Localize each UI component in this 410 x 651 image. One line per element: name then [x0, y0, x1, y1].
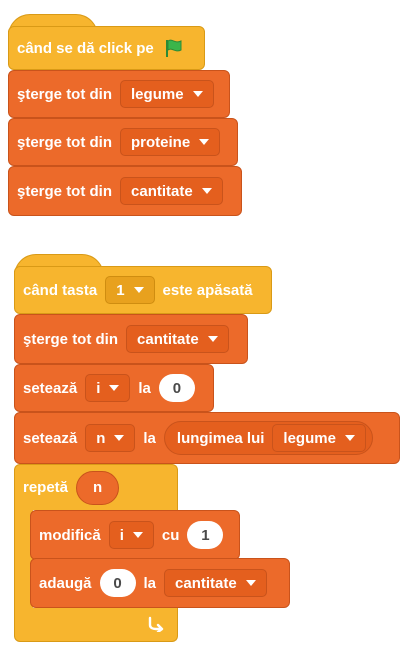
- variable-dropdown-n[interactable]: n: [85, 424, 136, 452]
- length-of-label: lungimea lui: [176, 429, 265, 447]
- list-dropdown-cantitate[interactable]: cantitate: [126, 325, 229, 353]
- chevron-down-icon: [245, 580, 256, 586]
- delete-all-cantitate-block-2[interactable]: şterge tot din cantitate: [14, 314, 248, 364]
- delete-all-label: şterge tot din: [23, 330, 119, 348]
- green-flag-icon: [164, 38, 184, 58]
- list-dropdown-value: cantitate: [137, 330, 199, 348]
- add-to-list-block[interactable]: adaugă 0 la cantitate: [30, 558, 290, 608]
- list-dropdown-cantitate[interactable]: cantitate: [120, 177, 223, 205]
- list-dropdown-value: legume: [131, 85, 184, 103]
- chevron-down-icon: [109, 385, 120, 391]
- by-label: cu: [161, 526, 180, 544]
- to-label: la: [138, 379, 151, 397]
- to-label: la: [143, 574, 157, 592]
- chevron-down-icon: [132, 532, 143, 538]
- list-dropdown-legume[interactable]: legume: [120, 80, 214, 108]
- chevron-down-icon: [199, 139, 210, 145]
- value-input[interactable]: 0: [158, 374, 195, 402]
- variable-dropdown-value: n: [96, 429, 106, 447]
- delete-all-proteine-block[interactable]: şterge tot din proteine: [8, 118, 238, 166]
- value-input[interactable]: 1: [187, 521, 224, 549]
- variable-dropdown-value: i: [96, 379, 101, 397]
- delete-all-label: şterge tot din: [17, 85, 113, 103]
- when-key-label: când tasta: [23, 281, 98, 299]
- key-dropdown-value: 1: [116, 281, 125, 299]
- chevron-down-icon: [344, 435, 355, 441]
- list-dropdown-cantitate[interactable]: cantitate: [164, 569, 267, 597]
- change-label: modifică: [39, 526, 101, 544]
- variable-dropdown-value: i: [119, 526, 124, 544]
- to-label: la: [143, 429, 156, 447]
- when-flag-clicked-block[interactable]: când se dă click pe: [8, 26, 205, 70]
- set-label: setează: [23, 379, 78, 397]
- length-of-list-reporter[interactable]: lungimea lui legume: [163, 421, 373, 455]
- list-dropdown-value: legume: [283, 429, 336, 447]
- chevron-down-icon: [192, 91, 203, 97]
- variable-reporter-n[interactable]: n: [76, 470, 120, 505]
- loop-arrow-icon: [146, 614, 164, 634]
- when-key-pressed-block[interactable]: când tasta 1 este apăsată: [14, 266, 272, 314]
- scratch-script-area: când se dă click pe şterge tot din legum…: [0, 0, 410, 651]
- list-dropdown-legume[interactable]: legume: [272, 424, 366, 452]
- change-i-block[interactable]: modifică i cu 1: [30, 510, 240, 560]
- repeat-block[interactable]: repetă n: [14, 464, 178, 510]
- set-n-block[interactable]: setează n la lungimea lui legume: [14, 412, 400, 464]
- delete-all-cantitate-block[interactable]: şterge tot din cantitate: [8, 166, 242, 216]
- chevron-down-icon: [114, 435, 125, 441]
- chevron-down-icon: [201, 188, 212, 194]
- delete-all-label: şterge tot din: [17, 133, 113, 151]
- chevron-down-icon: [207, 336, 218, 342]
- is-pressed-label: este apăsată: [162, 281, 253, 299]
- delete-all-legume-block[interactable]: şterge tot din legume: [8, 70, 230, 118]
- add-label: adaugă: [39, 574, 92, 592]
- when-flag-clicked-label: când se dă click pe: [17, 39, 154, 57]
- variable-dropdown-i[interactable]: i: [85, 374, 131, 402]
- value-input[interactable]: 0: [99, 569, 136, 597]
- list-dropdown-value: cantitate: [175, 574, 237, 592]
- delete-all-label: şterge tot din: [17, 182, 113, 200]
- set-label: setează: [23, 429, 78, 447]
- repeat-label: repetă: [23, 479, 69, 496]
- list-dropdown-value: proteine: [131, 133, 191, 151]
- set-i-block[interactable]: setează i la 0: [14, 364, 214, 412]
- list-dropdown-value: cantitate: [131, 182, 193, 200]
- list-dropdown-proteine[interactable]: proteine: [120, 128, 221, 156]
- chevron-down-icon: [133, 287, 144, 293]
- key-dropdown[interactable]: 1: [105, 276, 155, 304]
- variable-dropdown-i[interactable]: i: [108, 521, 154, 549]
